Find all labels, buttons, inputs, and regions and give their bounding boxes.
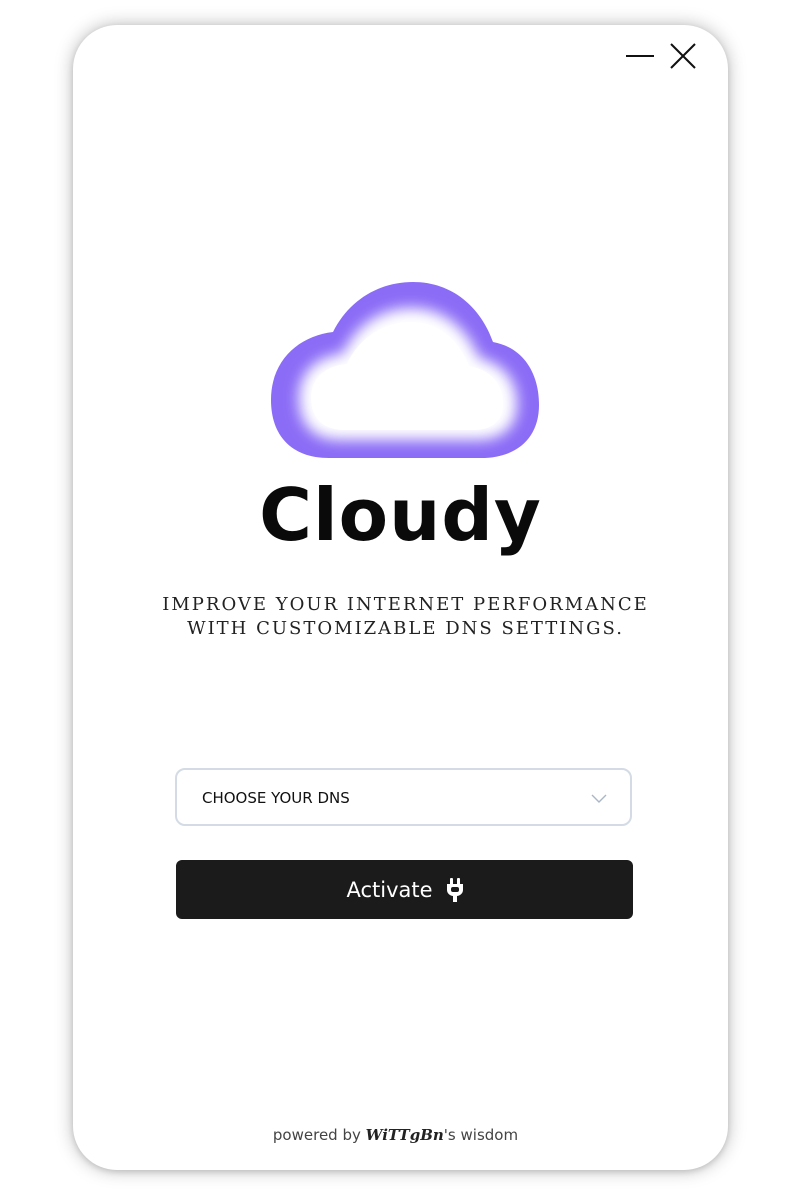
close-icon — [670, 43, 696, 69]
dns-select[interactable]: CHOOSE YOUR DNS — [175, 768, 632, 826]
app-logo — [265, 275, 545, 465]
footer-brand: WiTTgBn — [365, 1126, 444, 1144]
cloud-icon — [271, 282, 539, 458]
minimize-icon — [626, 55, 654, 57]
footer-prefix: powered by — [272, 1126, 361, 1144]
tagline-line-1: IMPROVE YOUR INTERNET PERFORMANCE — [162, 594, 649, 615]
tagline: IMPROVE YOUR INTERNET PERFORMANCE WITH C… — [73, 593, 738, 641]
tagline-line-2: WITH CUSTOMIZABLE DNS SETTINGS. — [187, 618, 624, 639]
plug-icon — [446, 877, 463, 902]
chevron-down-icon — [591, 794, 607, 803]
app-window: Cloudy IMPROVE YOUR INTERNET PERFORMANCE… — [73, 25, 728, 1170]
activate-button[interactable]: Activate — [176, 860, 633, 919]
minimize-button[interactable] — [623, 39, 657, 73]
close-button[interactable] — [666, 39, 700, 73]
activate-button-label: Activate — [346, 877, 433, 902]
footer-credit: powered by WiTTgBn's wisdom — [73, 1126, 718, 1144]
app-title: Cloudy — [259, 473, 542, 557]
footer-suffix: 's wisdom — [443, 1126, 519, 1144]
dns-select-value: CHOOSE YOUR DNS — [202, 789, 350, 807]
